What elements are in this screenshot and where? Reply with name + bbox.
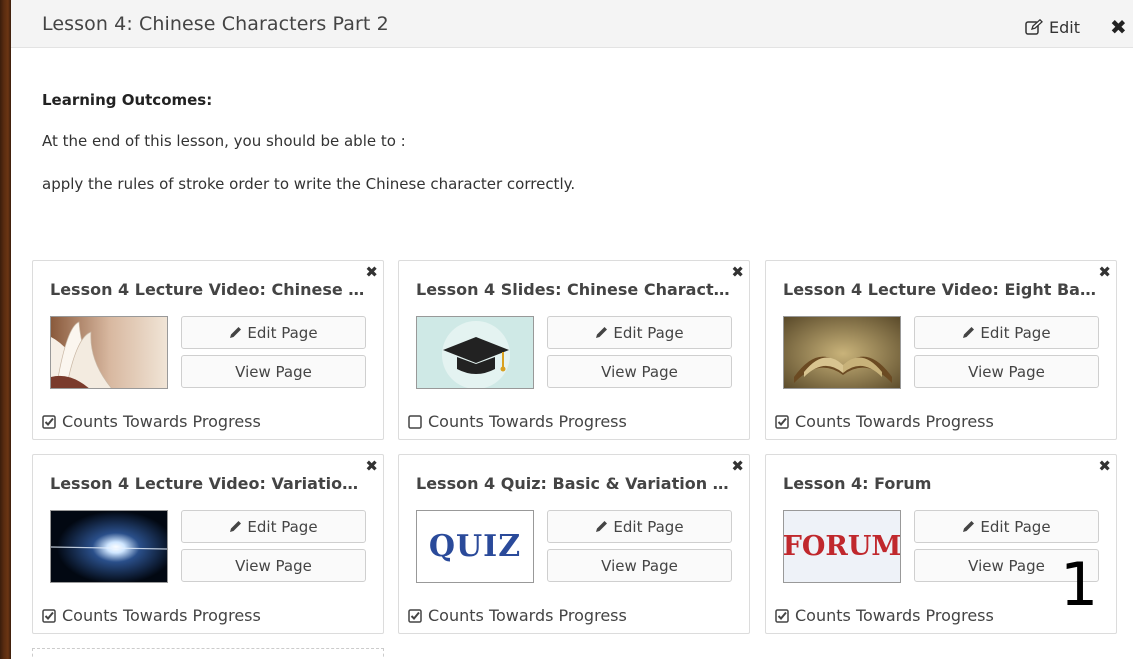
card-close-icon[interactable]: ✖ <box>365 459 378 474</box>
view-page-label: View Page <box>601 362 678 381</box>
card-title[interactable]: Lesson 4 Slides: Chinese Characters Part… <box>416 280 734 299</box>
edit-page-button[interactable]: Edit Page <box>547 510 732 543</box>
card-close-icon[interactable]: ✖ <box>731 459 744 474</box>
view-page-label: View Page <box>968 362 1045 381</box>
view-page-button[interactable]: View Page <box>914 355 1099 388</box>
card-title[interactable]: Lesson 4 Lecture Video: Chinese Characte… <box>50 280 368 299</box>
edit-page-button[interactable]: Edit Page <box>547 316 732 349</box>
edit-icon <box>1025 19 1043 35</box>
edit-page-label: Edit Page <box>613 517 684 536</box>
card-title[interactable]: Lesson 4: Forum <box>783 474 1101 493</box>
counts-progress-checkbox[interactable]: Counts Towards Progress <box>42 606 261 625</box>
pencil-icon <box>230 521 242 532</box>
lesson-modal: Lesson 4: Chinese Characters Part 2 Edit… <box>11 0 1133 659</box>
progress-label: Counts Towards Progress <box>62 606 261 625</box>
card-title[interactable]: Lesson 4 Quiz: Basic & Variation of Stro… <box>416 474 734 493</box>
add-item-placeholder[interactable] <box>32 648 384 659</box>
edit-page-button[interactable]: Edit Page <box>181 316 366 349</box>
counts-progress-checkbox[interactable]: Counts Towards Progress <box>775 412 994 431</box>
lesson-card: ✖ Lesson 4 Slides: Chinese Characters Pa… <box>398 260 750 440</box>
forum-logo: FORUM <box>783 510 901 583</box>
edit-page-button[interactable]: Edit Page <box>181 510 366 543</box>
unchecked-box-icon <box>408 414 422 429</box>
card-title[interactable]: Lesson 4 Lecture Video: Variation of Str… <box>50 474 368 493</box>
edit-page-label: Edit Page <box>980 323 1051 342</box>
edit-page-button[interactable]: Edit Page <box>914 510 1099 543</box>
view-page-label: View Page <box>235 556 312 575</box>
view-page-button[interactable]: View Page <box>181 355 366 388</box>
pencil-icon <box>596 327 608 338</box>
lesson-card: ✖ Lesson 4 Quiz: Basic & Variation of St… <box>398 454 750 634</box>
outcomes-heading: Learning Outcomes: <box>42 91 213 109</box>
checked-box-icon <box>775 608 789 623</box>
overlay-number: 1 <box>1060 550 1099 620</box>
card-close-icon[interactable]: ✖ <box>1098 265 1111 280</box>
lesson-card: ✖ Lesson 4 Lecture Video: Chinese Charac… <box>32 260 384 440</box>
view-page-label: View Page <box>601 556 678 575</box>
checked-box-icon <box>775 414 789 429</box>
card-close-icon[interactable]: ✖ <box>731 265 744 280</box>
progress-label: Counts Towards Progress <box>428 606 627 625</box>
pencil-icon <box>596 521 608 532</box>
edit-page-label: Edit Page <box>980 517 1051 536</box>
view-page-button[interactable]: View Page <box>547 355 732 388</box>
card-close-icon[interactable]: ✖ <box>365 265 378 280</box>
view-page-label: View Page <box>968 556 1045 575</box>
modal-header: Lesson 4: Chinese Characters Part 2 Edit… <box>11 0 1133 48</box>
lesson-card: ✖ Lesson 4 Lecture Video: Variation of S… <box>32 454 384 634</box>
progress-label: Counts Towards Progress <box>62 412 261 431</box>
checked-box-icon <box>42 608 56 623</box>
edit-page-button[interactable]: Edit Page <box>914 316 1099 349</box>
old-book-icon <box>783 316 901 389</box>
counts-progress-checkbox[interactable]: Counts Towards Progress <box>42 412 261 431</box>
progress-label: Counts Towards Progress <box>795 412 994 431</box>
pencil-icon <box>963 521 975 532</box>
graduation-cap-icon <box>416 316 534 389</box>
outcomes-intro: At the end of this lesson, you should be… <box>42 132 406 150</box>
forum-logo-text: FORUM <box>783 531 901 562</box>
quiz-logo: QUIZ <box>416 510 534 583</box>
page-title: Lesson 4: Chinese Characters Part 2 <box>42 13 389 35</box>
card-title[interactable]: Lesson 4 Lecture Video: Eight Basic Stro… <box>783 280 1101 299</box>
pencil-icon <box>963 327 975 338</box>
counts-progress-checkbox[interactable]: Counts Towards Progress <box>408 606 627 625</box>
edit-page-label: Edit Page <box>247 517 318 536</box>
open-book-icon <box>50 316 168 389</box>
edit-button[interactable]: Edit <box>1025 16 1080 38</box>
progress-label: Counts Towards Progress <box>795 606 994 625</box>
edit-label: Edit <box>1049 17 1080 37</box>
quiz-logo-text: QUIZ <box>428 529 522 564</box>
close-icon[interactable]: ✖ <box>1110 17 1127 37</box>
checked-box-icon <box>42 414 56 429</box>
pencil-icon <box>230 327 242 338</box>
counts-progress-checkbox[interactable]: Counts Towards Progress <box>408 412 627 431</box>
view-page-label: View Page <box>235 362 312 381</box>
view-page-button[interactable]: View Page <box>547 549 732 582</box>
light-burst-icon <box>50 510 168 583</box>
counts-progress-checkbox[interactable]: Counts Towards Progress <box>775 606 994 625</box>
edit-page-label: Edit Page <box>247 323 318 342</box>
view-page-button[interactable]: View Page <box>181 549 366 582</box>
card-close-icon[interactable]: ✖ <box>1098 459 1111 474</box>
edit-page-label: Edit Page <box>613 323 684 342</box>
checked-box-icon <box>408 608 422 623</box>
lesson-card: ✖ Lesson 4 Lecture Video: Eight Basic St… <box>765 260 1117 440</box>
outcomes-item: apply the rules of stroke order to write… <box>42 175 576 193</box>
progress-label: Counts Towards Progress <box>428 412 627 431</box>
